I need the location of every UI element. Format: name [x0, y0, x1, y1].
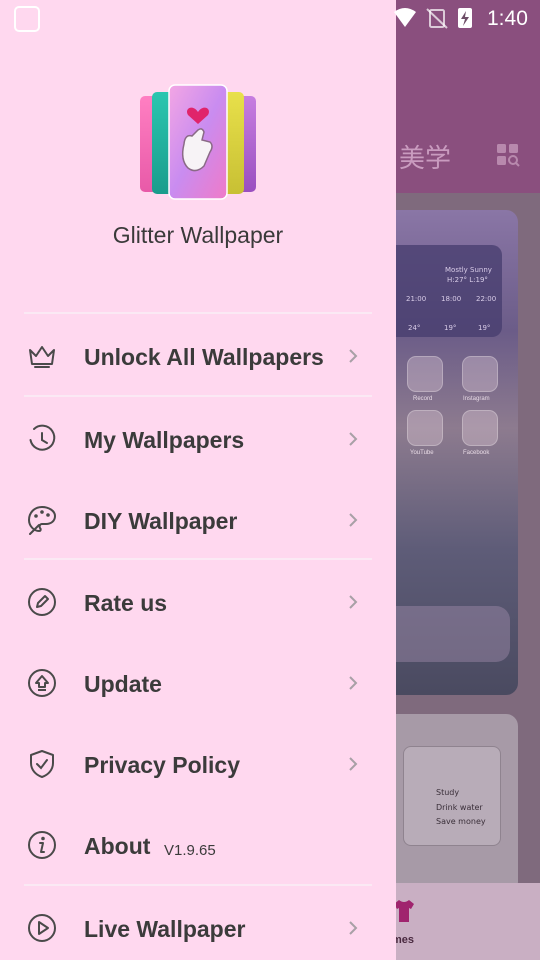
- menu-item-live-wallpaper[interactable]: Live Wallpaper: [0, 888, 396, 960]
- chevron-right-icon: [349, 432, 358, 446]
- chevron-right-icon: [349, 921, 358, 935]
- divider: [24, 395, 372, 397]
- menu-item-rate-us[interactable]: Rate us: [0, 562, 396, 642]
- menu-item-label: About: [84, 833, 151, 859]
- weather-text: Mostly Sunny: [445, 266, 492, 274]
- chevron-right-icon: [349, 676, 358, 690]
- info-icon: [28, 831, 56, 859]
- weather-range: H:27° L:19°: [447, 276, 488, 284]
- record-app-icon: [407, 356, 443, 392]
- menu-item-unlock-all-wallpapers[interactable]: Unlock All Wallpapers: [0, 316, 396, 396]
- chevron-right-icon: [349, 349, 358, 363]
- instagram-app-icon: [462, 356, 498, 392]
- menu-item-label: Rate us: [84, 590, 168, 616]
- app-version: V1.9.65: [164, 842, 216, 859]
- divider: [24, 312, 372, 314]
- weather-temp: 19°: [444, 324, 457, 332]
- facebook-app-icon: [462, 410, 498, 446]
- history-clock-icon: [29, 424, 56, 451]
- background-title: 美学: [399, 144, 452, 174]
- divider: [24, 558, 372, 560]
- chevron-right-icon: [349, 595, 358, 609]
- menu-item-label: Live Wallpaper: [84, 916, 246, 942]
- notification-icon: [14, 6, 40, 32]
- grid-search-icon: [497, 144, 520, 167]
- chevron-right-icon: [349, 757, 358, 771]
- menu-item-label: Update: [84, 671, 162, 697]
- weather-hour: 18:00: [441, 295, 462, 303]
- weather-temp: 24°: [408, 324, 421, 332]
- palette-icon: [27, 505, 57, 535]
- app-logo: [140, 84, 256, 200]
- status-bar: 1:40: [0, 0, 540, 36]
- play-circle-icon: [28, 914, 56, 942]
- menu-item-label: Unlock All Wallpapers: [84, 344, 324, 370]
- app-label: Facebook: [463, 450, 490, 456]
- menu-item-my-wallpapers[interactable]: My Wallpapers: [0, 399, 396, 479]
- divider: [24, 884, 372, 886]
- app-name: Glitter Wallpaper: [112, 222, 284, 248]
- app-label: Record: [413, 396, 433, 402]
- menu-item-update[interactable]: Update: [0, 643, 396, 723]
- navigation-drawer: Glitter Wallpaper Unlock All Wallpapers …: [0, 0, 396, 960]
- weather-hour: 22:00: [476, 295, 497, 303]
- shield-check-icon: [30, 750, 54, 778]
- clock: 1:40: [487, 7, 528, 30]
- chevron-right-icon: [349, 513, 358, 527]
- status-icons: [394, 8, 472, 29]
- weather-temp: 19°: [478, 324, 491, 332]
- wifi-icon: [394, 8, 416, 27]
- menu-item-label: My Wallpapers: [84, 427, 245, 453]
- todo-item: Save money: [436, 817, 486, 826]
- crown-icon: [29, 346, 55, 368]
- menu-item-label: Privacy Policy: [84, 752, 240, 778]
- todo-item: Study: [436, 788, 460, 797]
- upload-arrow-icon: [28, 669, 56, 697]
- menu-item-about[interactable]: About V1.9.65: [0, 805, 396, 885]
- menu-item-diy-wallpaper[interactable]: DIY Wallpaper: [0, 480, 396, 560]
- menu-item-privacy-policy[interactable]: Privacy Policy: [0, 724, 396, 804]
- todo-item: Drink water: [436, 803, 483, 812]
- app-label: Instagram: [463, 396, 490, 402]
- menu-item-label: DIY Wallpaper: [84, 508, 238, 534]
- dock: [380, 606, 510, 662]
- app-label: YouTube: [410, 450, 434, 456]
- youtube-app-icon: [407, 410, 443, 446]
- edit-pencil-icon: [28, 588, 56, 616]
- weather-hour: 21:00: [406, 295, 427, 303]
